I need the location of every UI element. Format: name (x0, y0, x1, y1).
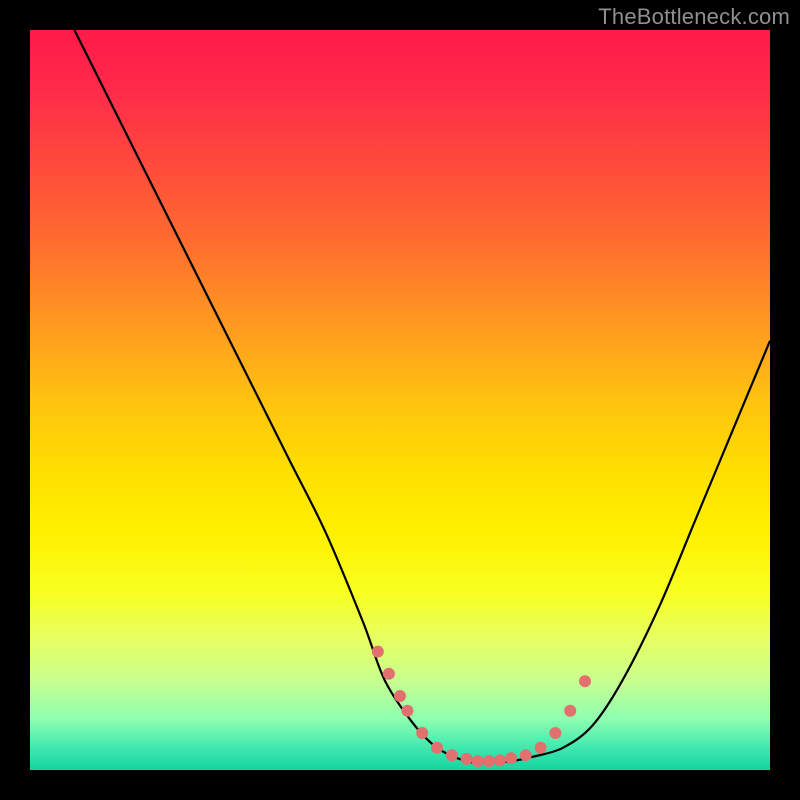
highlight-dot (549, 727, 561, 739)
highlight-dot (446, 749, 458, 761)
highlight-dot (520, 749, 532, 761)
highlight-dot (383, 668, 395, 680)
highlight-dot (472, 755, 484, 767)
highlight-dot (401, 705, 413, 717)
highlight-dot (394, 690, 406, 702)
highlight-dot (416, 727, 428, 739)
highlight-dot (505, 752, 517, 764)
highlight-dot (494, 754, 506, 766)
watermark-text: TheBottleneck.com (598, 4, 790, 30)
bottleneck-curve (74, 30, 770, 763)
highlight-dot (535, 742, 547, 754)
highlight-dot (564, 705, 576, 717)
highlight-dot (431, 742, 443, 754)
plot-area (30, 30, 770, 770)
highlight-dot (461, 753, 473, 765)
highlight-dot (579, 675, 591, 687)
curve-layer (30, 30, 770, 770)
highlight-dot (483, 755, 495, 767)
highlight-dot (372, 646, 384, 658)
chart-frame: TheBottleneck.com (0, 0, 800, 800)
